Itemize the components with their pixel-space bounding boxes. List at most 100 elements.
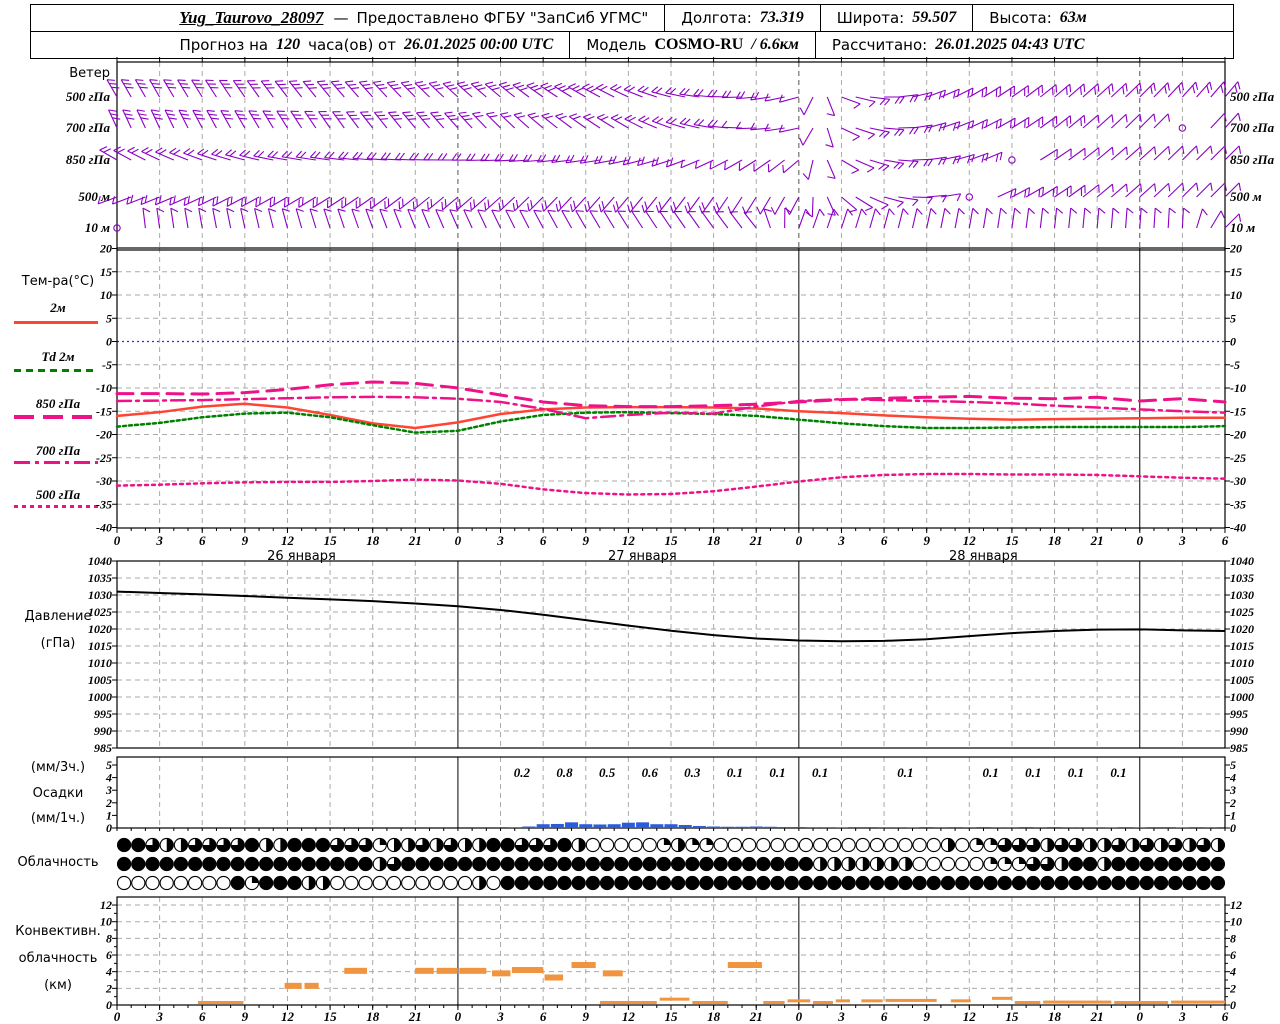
svg-text:12: 12	[622, 1009, 636, 1024]
svg-text:18: 18	[366, 1009, 380, 1024]
svg-text:15: 15	[1005, 1009, 1019, 1024]
svg-text:1025: 1025	[1230, 605, 1254, 619]
svg-text:-30: -30	[96, 474, 112, 488]
svg-text:18: 18	[707, 533, 721, 548]
precip-series: 0.2 0.8 0.5 0.6 0.3 0.1 0.1 0.1 0.1 0.1 0.1 0.1 0.1	[508, 765, 1218, 828]
svg-text:1010: 1010	[1230, 656, 1254, 670]
svg-text:21: 21	[749, 533, 763, 548]
svg-text:1035: 1035	[88, 571, 112, 585]
svg-text:6: 6	[199, 533, 206, 548]
svg-text:12: 12	[281, 533, 295, 548]
svg-text:12: 12	[100, 898, 112, 912]
svg-text:-15: -15	[1230, 404, 1246, 418]
svg-text:985: 985	[1230, 741, 1248, 755]
svg-text:-15: -15	[96, 404, 112, 418]
svg-text:8: 8	[1230, 931, 1236, 945]
svg-text:-25: -25	[1230, 451, 1246, 465]
svg-text:0.1: 0.1	[727, 765, 743, 780]
svg-text:0: 0	[796, 1009, 803, 1024]
svg-text:0.3: 0.3	[684, 765, 701, 780]
svg-text:21: 21	[749, 1009, 763, 1024]
svg-text:0: 0	[1230, 998, 1236, 1012]
svg-text:9: 9	[583, 533, 590, 548]
svg-text:1005: 1005	[1230, 673, 1254, 687]
svg-text:0.1: 0.1	[982, 765, 998, 780]
svg-text:1040: 1040	[88, 554, 112, 568]
svg-text:-5: -5	[102, 358, 112, 372]
meteogram-chart: 20 2015 1510 105 50 0-5 -5-10 -10-15 -15-20 -20-2…	[88, 57, 1254, 1024]
svg-text:26 января: 26 января	[267, 549, 336, 564]
svg-text:3: 3	[1178, 533, 1186, 548]
svg-text:21: 21	[1090, 533, 1104, 548]
svg-text:1015: 1015	[1230, 639, 1254, 653]
svg-text:990: 990	[94, 724, 112, 738]
svg-text:0.5: 0.5	[599, 765, 616, 780]
svg-text:15: 15	[1230, 265, 1242, 279]
svg-text:18: 18	[1048, 1009, 1062, 1024]
svg-text:1000: 1000	[1230, 690, 1254, 704]
svg-text:9: 9	[923, 533, 930, 548]
svg-text:0: 0	[1230, 335, 1236, 349]
svg-text:-10: -10	[96, 381, 112, 395]
svg-text:-40: -40	[1230, 521, 1246, 535]
svg-text:9: 9	[242, 1009, 249, 1024]
svg-text:18: 18	[1048, 533, 1062, 548]
svg-text:0.2: 0.2	[514, 765, 531, 780]
svg-text:0: 0	[114, 1009, 121, 1024]
svg-text:12: 12	[281, 1009, 295, 1024]
svg-text:0: 0	[1137, 533, 1144, 548]
svg-text:1040: 1040	[1230, 554, 1254, 568]
svg-text:0: 0	[796, 533, 803, 548]
svg-text:3: 3	[496, 533, 504, 548]
svg-text:0: 0	[1230, 821, 1236, 835]
svg-text:3: 3	[837, 533, 845, 548]
svg-text:10: 10	[1230, 915, 1242, 929]
svg-text:10: 10	[1230, 288, 1242, 302]
svg-text:0: 0	[1137, 1009, 1144, 1024]
svg-text:0.1: 0.1	[1068, 765, 1084, 780]
svg-text:2: 2	[105, 981, 112, 995]
cloud-rows	[116, 837, 1226, 891]
svg-text:3: 3	[155, 533, 163, 548]
svg-text:-30: -30	[1230, 474, 1246, 488]
svg-text:9: 9	[242, 533, 249, 548]
svg-text:6: 6	[540, 533, 547, 548]
svg-text:6: 6	[881, 1009, 888, 1024]
svg-text:0.6: 0.6	[642, 765, 659, 780]
svg-text:0.1: 0.1	[769, 765, 785, 780]
svg-text:1020: 1020	[1230, 622, 1254, 636]
svg-text:12: 12	[1230, 898, 1242, 912]
svg-text:2: 2	[1229, 981, 1236, 995]
svg-text:8: 8	[106, 931, 112, 945]
svg-text:995: 995	[94, 707, 112, 721]
svg-text:21: 21	[408, 1009, 422, 1024]
svg-text:0: 0	[106, 821, 112, 835]
svg-text:990: 990	[1230, 724, 1248, 738]
svg-text:3: 3	[1178, 1009, 1186, 1024]
svg-text:18: 18	[707, 1009, 721, 1024]
svg-text:-5: -5	[1230, 358, 1240, 372]
svg-text:0.1: 0.1	[897, 765, 913, 780]
svg-text:1025: 1025	[88, 605, 112, 619]
svg-text:0.8: 0.8	[556, 765, 573, 780]
svg-text:-40: -40	[96, 521, 112, 535]
svg-text:4: 4	[1229, 965, 1236, 979]
svg-text:1000: 1000	[88, 690, 112, 704]
svg-text:3: 3	[496, 1009, 504, 1024]
svg-text:1035: 1035	[1230, 571, 1254, 585]
svg-text:995: 995	[1230, 707, 1248, 721]
svg-text:5: 5	[106, 311, 112, 325]
svg-text:21: 21	[408, 533, 422, 548]
svg-text:1020: 1020	[88, 622, 112, 636]
svg-text:6: 6	[881, 533, 888, 548]
svg-text:985: 985	[94, 741, 112, 755]
svg-text:-10: -10	[1230, 381, 1246, 395]
svg-text:-35: -35	[96, 497, 112, 511]
svg-text:6: 6	[1222, 1009, 1229, 1024]
svg-text:15: 15	[665, 1009, 679, 1024]
svg-text:15: 15	[324, 533, 338, 548]
svg-text:-20: -20	[1230, 428, 1246, 442]
svg-text:0: 0	[106, 998, 112, 1012]
svg-text:20: 20	[1229, 242, 1242, 256]
svg-text:0.1: 0.1	[1110, 765, 1126, 780]
